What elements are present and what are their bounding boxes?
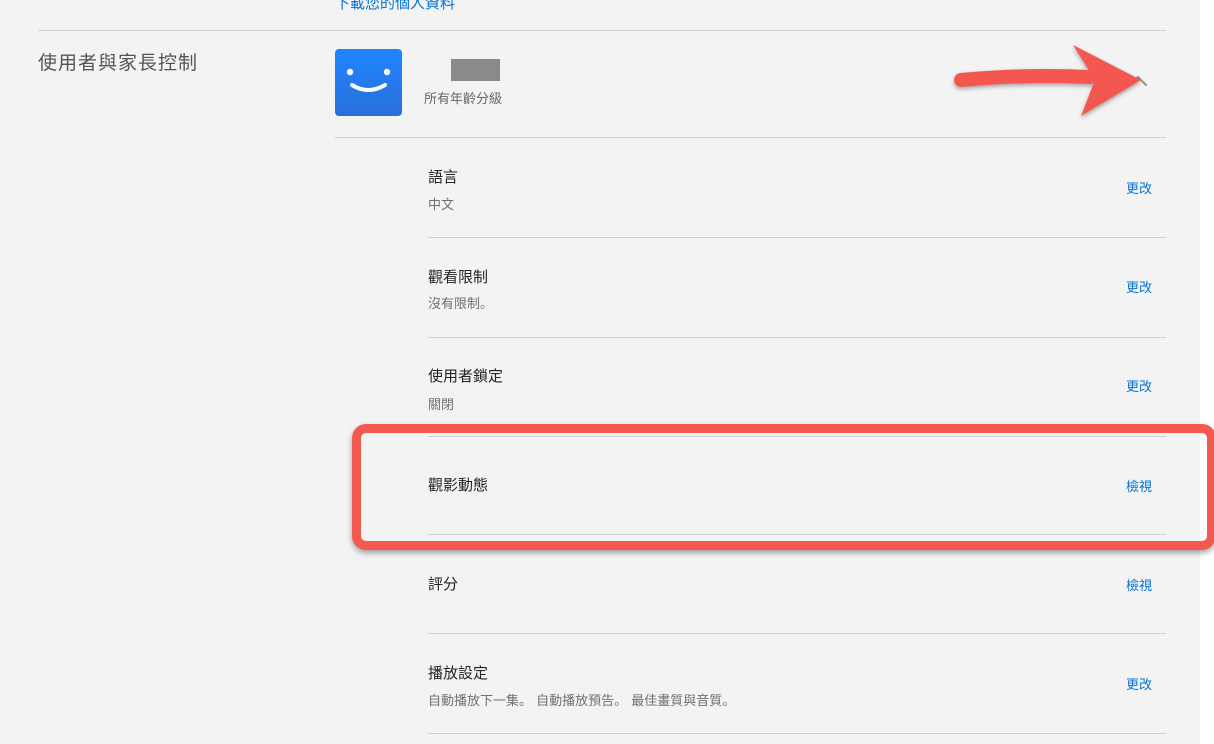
row-divider	[428, 237, 1166, 238]
setting-label: 評分	[428, 575, 459, 593]
annotation-arrow-icon	[954, 45, 1141, 116]
setting-value: 中文	[428, 198, 455, 213]
change-button[interactable]: 更改	[1126, 178, 1152, 197]
annotation-highlight-box	[352, 424, 1214, 550]
section-title: 使用者與家長控制	[38, 52, 199, 74]
change-button[interactable]: 更改	[1126, 674, 1152, 693]
row-divider	[428, 633, 1166, 634]
setting-label: 播放設定	[428, 664, 489, 682]
change-button[interactable]: 更改	[1126, 277, 1152, 296]
profile-divider	[335, 137, 1166, 138]
setting-label: 語言	[428, 168, 459, 186]
setting-value: 沒有限制。	[428, 297, 494, 312]
smiley-face-icon	[346, 68, 391, 92]
setting-label: 使用者鎖定	[428, 367, 504, 385]
row-divider	[428, 733, 1166, 734]
profile-name-redacted	[451, 59, 500, 81]
row-divider	[428, 337, 1166, 338]
view-button[interactable]: 檢視	[1126, 575, 1152, 594]
profile-maturity-rating: 所有年齡分級	[424, 92, 503, 107]
change-button[interactable]: 更改	[1126, 376, 1152, 395]
download-personal-data-link[interactable]: 下載您的個人資料	[335, 0, 455, 13]
setting-value: 自動播放下一集。 自動播放預告。 最佳畫質與音質。	[428, 694, 736, 709]
profile-avatar[interactable]	[335, 49, 402, 116]
section-divider	[38, 30, 1166, 31]
setting-value: 關閉	[428, 398, 455, 413]
setting-label: 觀看限制	[428, 268, 489, 286]
